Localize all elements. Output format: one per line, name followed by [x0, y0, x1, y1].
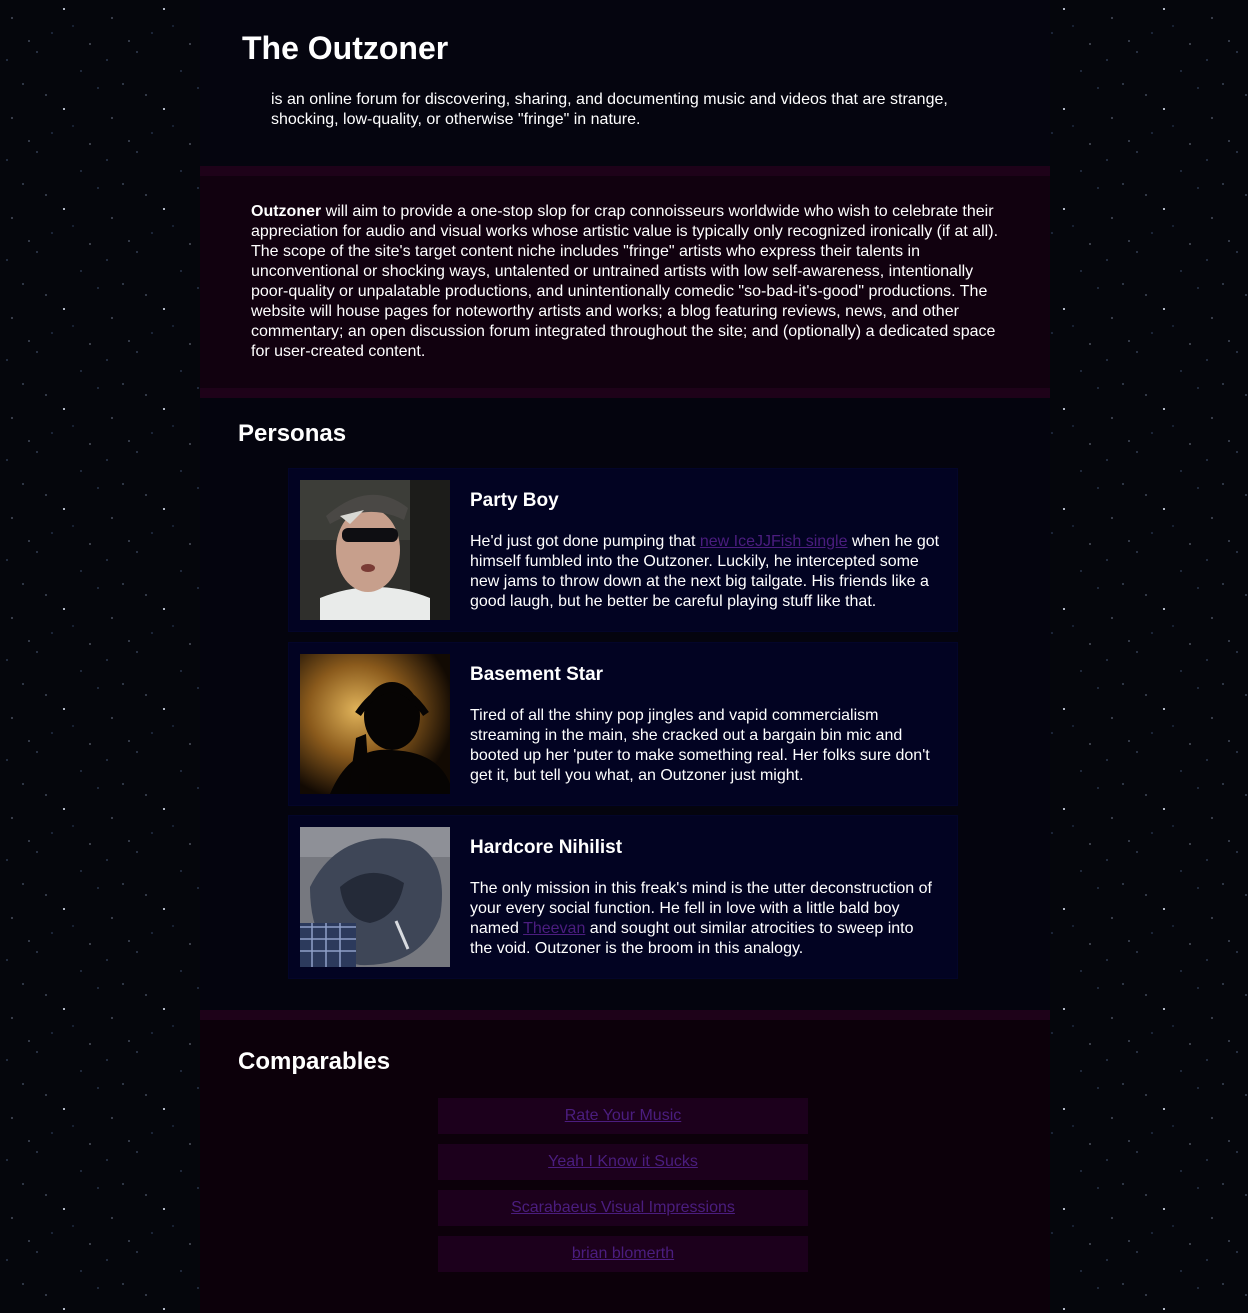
site-header: The Outzoner is an online forum for disc…	[200, 0, 1050, 166]
persona-photo-basement-star	[300, 654, 450, 794]
persona-name: Hardcore Nihilist	[470, 837, 623, 858]
page-content-column: The Outzoner is an online forum for disc…	[200, 0, 1050, 1313]
comparable-link-brian-blomerth[interactable]: brian blomerth	[438, 1236, 808, 1272]
persona-card-hardcore-nihilist: Hardcore Nihilist The only mission in th…	[288, 815, 958, 979]
site-tagline: is an online forum for discovering, shar…	[271, 91, 948, 128]
intro-body-text: will aim to provide a one-stop slop for …	[251, 203, 999, 360]
persona-card-party-boy: Party Boy He'd just got done pumping tha…	[288, 468, 958, 632]
persona-desc-text: Tired of all the shiny pop jingles and v…	[470, 707, 930, 784]
persona-name: Party Boy	[470, 490, 559, 511]
intro-bold-lead: Outzoner	[251, 203, 322, 220]
intro-section: Outzoner will aim to provide a one-stop …	[200, 166, 1050, 398]
persona-photo-hardcore-nihilist	[300, 827, 450, 967]
persona-description: The only mission in this freak's mind is…	[470, 879, 940, 959]
comparable-link-yeah-i-know-it-sucks[interactable]: Yeah I Know it Sucks	[438, 1144, 808, 1180]
persona-description: Tired of all the shiny pop jingles and v…	[470, 706, 940, 786]
icejjfish-single-link[interactable]: new IceJJFish single	[700, 533, 848, 550]
persona-name: Basement Star	[470, 664, 604, 685]
comparable-link-scarabaeus[interactable]: Scarabaeus Visual Impressions	[438, 1190, 808, 1226]
personas-heading: Personas	[238, 420, 347, 447]
persona-card-basement-star: Basement Star Tired of all the shiny pop…	[288, 642, 958, 806]
persona-photo-party-boy	[300, 480, 450, 620]
comparables-heading: Comparables	[238, 1048, 391, 1075]
intro-paragraph: Outzoner will aim to provide a one-stop …	[251, 202, 1001, 362]
persona-description: He'd just got done pumping that new IceJ…	[470, 532, 940, 612]
persona-desc-text: He'd just got done pumping that	[470, 533, 700, 550]
site-title: The Outzoner	[242, 30, 449, 66]
comparable-link-rate-your-music[interactable]: Rate Your Music	[438, 1098, 808, 1134]
comparables-section: Comparables Rate Your Music Yeah I Know …	[200, 1010, 1050, 1313]
personas-section: Personas Party Boy He'd just got done pu…	[200, 398, 1050, 1010]
theevan-link[interactable]: Theevan	[523, 920, 585, 937]
